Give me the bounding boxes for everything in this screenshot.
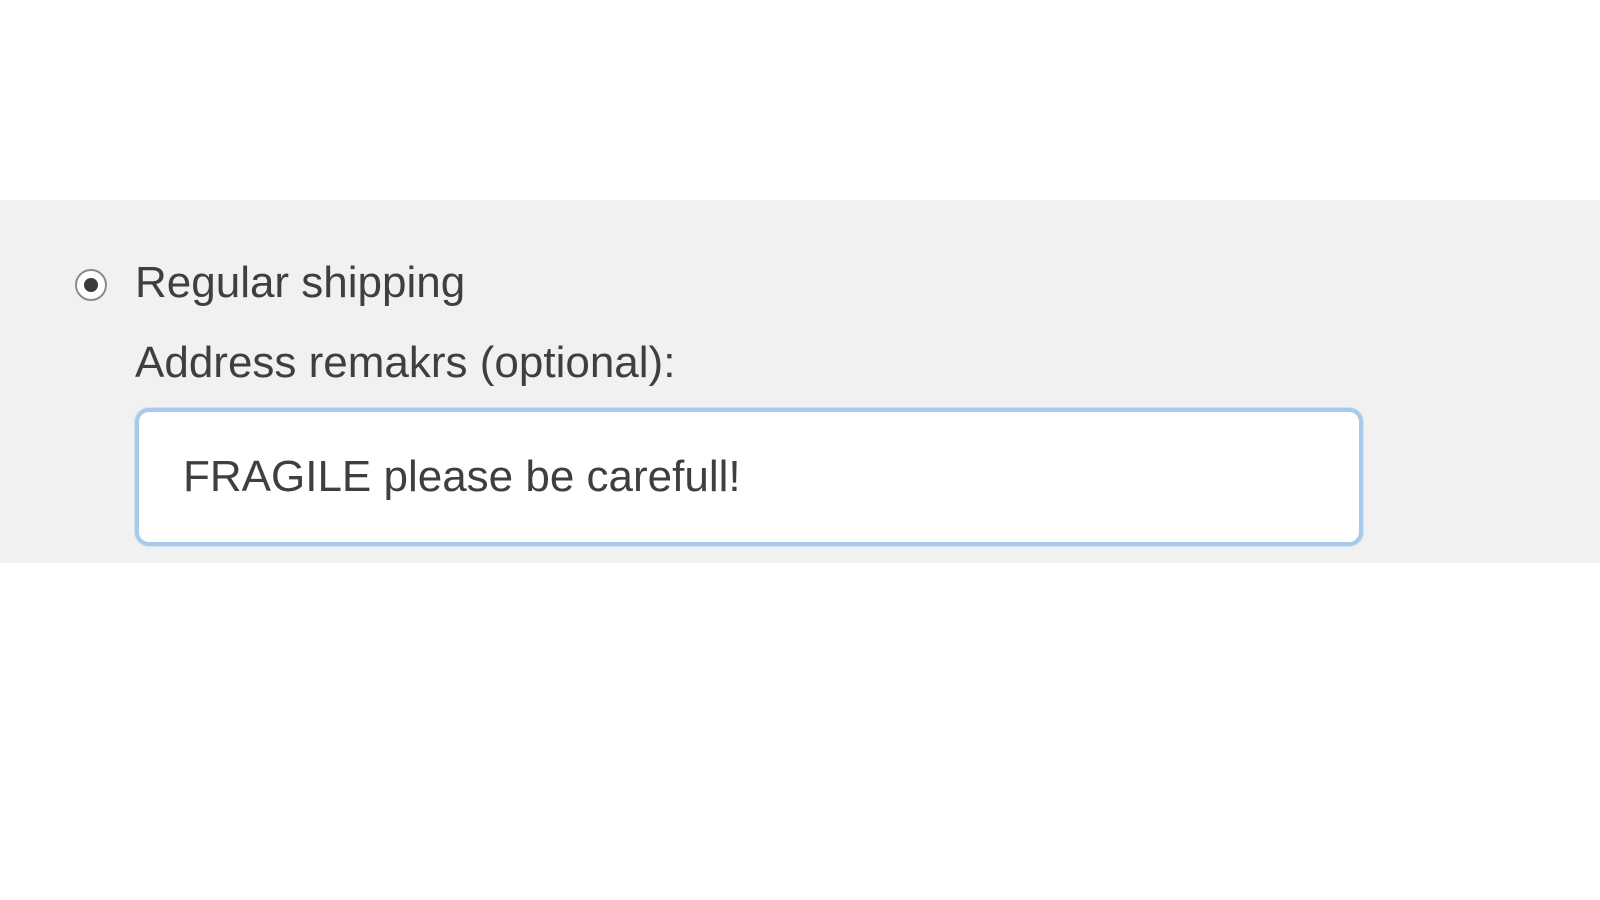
address-remarks-block: Address remakrs (optional):	[135, 338, 1560, 546]
radio-dot-icon	[84, 278, 98, 292]
address-remarks-input[interactable]	[135, 408, 1363, 546]
bottom-spacer	[0, 563, 1600, 900]
shipping-form-panel: Regular shipping Address remakrs (option…	[0, 200, 1600, 563]
address-remarks-label: Address remakrs (optional):	[135, 338, 1560, 388]
shipping-option-regular[interactable]: Regular shipping	[75, 258, 1560, 308]
radio-icon	[75, 269, 107, 301]
shipping-option-regular-label: Regular shipping	[135, 258, 465, 308]
top-spacer	[0, 0, 1600, 200]
